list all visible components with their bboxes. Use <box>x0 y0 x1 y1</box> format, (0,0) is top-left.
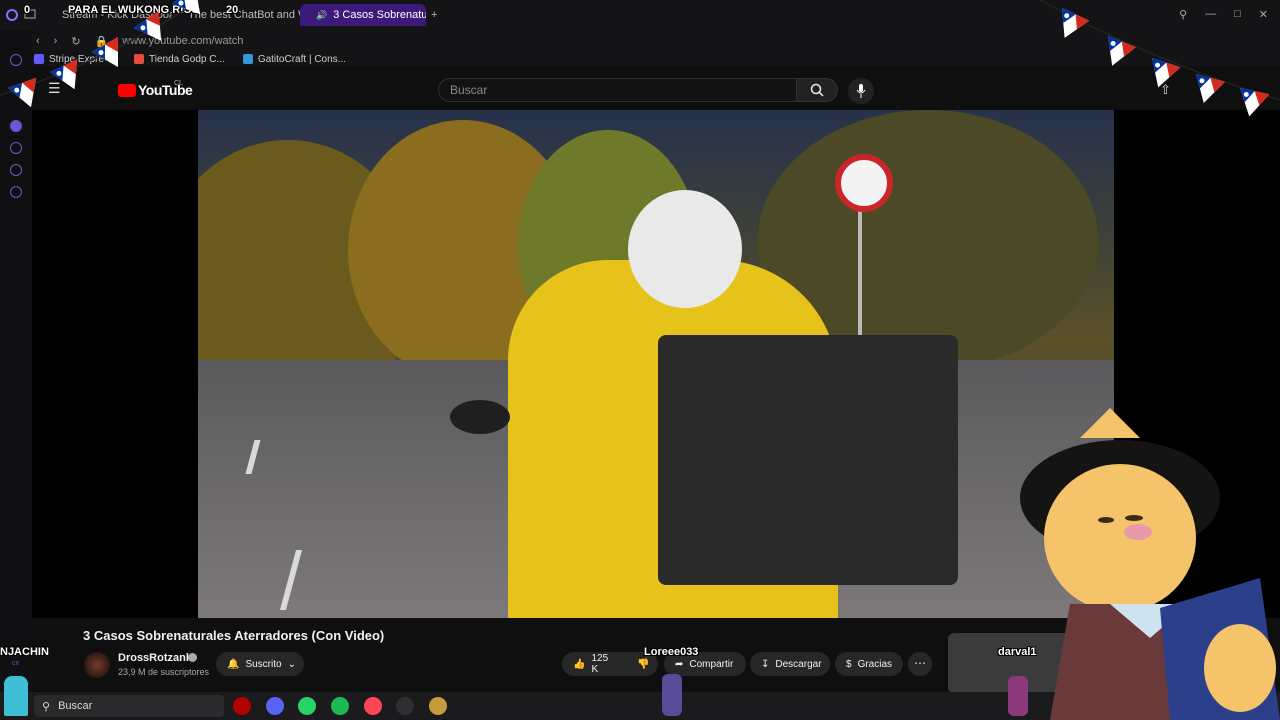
thumbs-up-icon: 👍 <box>573 658 586 670</box>
spotify-icon[interactable] <box>331 697 349 715</box>
like-button[interactable]: 👍 125 K <box>562 652 626 676</box>
thanks-button[interactable]: $ Gracias <box>835 652 903 676</box>
chile-flag-pennant <box>172 0 201 15</box>
valorant-icon[interactable] <box>364 697 382 715</box>
viewer-avatar-sprite <box>662 674 682 716</box>
chile-bunting-overlay <box>0 0 1280 117</box>
taskbar-search[interactable]: ⚲ Buscar <box>34 695 224 717</box>
download-button[interactable]: ↧ Descargar <box>750 652 830 676</box>
thumbs-down-icon: 👎 <box>637 658 650 670</box>
chevron-down-icon: ⌄ <box>287 658 296 670</box>
scooter-mirror <box>450 400 510 434</box>
more-actions-button[interactable]: ⋯ <box>908 652 932 676</box>
video-title: 3 Casos Sobrenaturales Aterradores (Con … <box>83 628 385 643</box>
channel-name[interactable]: DrossRotzank <box>118 652 192 664</box>
whatsapp-icon[interactable] <box>298 697 316 715</box>
chile-flag-pennant <box>1240 88 1270 117</box>
sidebar-chat-icon[interactable] <box>10 164 22 176</box>
delivery-backpack <box>658 335 958 585</box>
search-icon: ⚲ <box>42 700 51 713</box>
chatter-avatar-sprite <box>4 676 28 716</box>
vtuber-avatar <box>1020 408 1280 720</box>
chile-flag-pennant <box>1062 8 1090 38</box>
chile-flag-pennant <box>1108 36 1136 66</box>
discord-icon[interactable] <box>266 697 284 715</box>
subscribed-button[interactable]: 🔔 Suscrito ⌄ <box>216 652 304 676</box>
verified-icon <box>188 653 197 662</box>
download-icon: ↧ <box>761 658 770 670</box>
video-frame[interactable] <box>198 110 1114 618</box>
obs-icon[interactable] <box>396 697 414 715</box>
channel-avatar[interactable] <box>84 652 110 678</box>
subscriber-count: 23,9 M de suscriptores <box>118 667 210 677</box>
sidebar-settings-icon[interactable] <box>10 186 22 198</box>
chile-flag-pennant <box>1196 74 1225 103</box>
chile-flag-pennant <box>8 77 37 108</box>
overlay-viewer-name: Loreee033 <box>644 646 699 658</box>
dollar-icon: $ <box>846 658 852 670</box>
league-icon[interactable] <box>429 697 447 715</box>
brave-icon[interactable] <box>233 697 251 715</box>
rider-helmet <box>628 190 742 308</box>
chile-flag-pennant <box>92 37 118 68</box>
speed-limit-sign <box>835 154 893 212</box>
chile-flag-pennant <box>134 10 162 41</box>
bell-icon: 🔔 <box>227 658 240 670</box>
overlay-chatter-badge: cx <box>12 660 19 667</box>
overlay-chatter-name: NJACHIN <box>0 646 49 658</box>
share-icon: ➦ <box>675 658 684 670</box>
